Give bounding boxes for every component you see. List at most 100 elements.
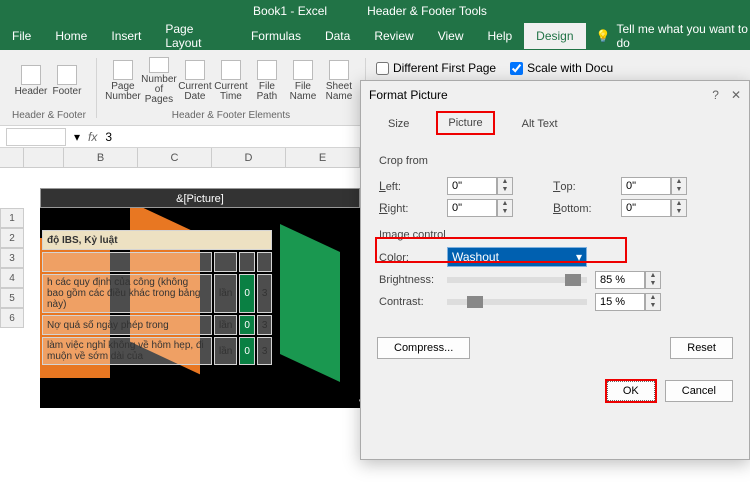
brightness-input[interactable]: ▲▼ <box>595 271 661 289</box>
tab-home[interactable]: Home <box>43 23 99 49</box>
contextual-tool-title: Header & Footer Tools <box>367 4 487 18</box>
watermark-image: độ IBS, Kỷ luật h các quy định của công … <box>40 208 360 408</box>
tab-page-layout[interactable]: Page Layout <box>153 16 239 56</box>
row-header[interactable]: 6 <box>0 308 24 328</box>
different-first-page-checkbox[interactable]: Different First Page <box>376 58 496 78</box>
crop-left-input[interactable]: ▲▼ <box>447 177 513 195</box>
tell-me-label: Tell me what you want to do <box>616 22 750 50</box>
tab-size[interactable]: Size <box>377 113 420 135</box>
cell[interactable]: 0 <box>239 337 255 365</box>
crop-right-input[interactable]: ▲▼ <box>447 199 513 217</box>
cell[interactable]: lần <box>214 315 237 335</box>
chevron-down-icon: ▾ <box>576 250 582 264</box>
tab-alt-text[interactable]: Alt Text <box>511 113 569 135</box>
tab-formulas[interactable]: Formulas <box>239 23 313 49</box>
color-dropdown[interactable]: Washout▾ <box>447 247 587 267</box>
compress-button[interactable]: Compress... <box>377 337 470 359</box>
lightbulb-icon: 💡 <box>596 29 611 43</box>
cell[interactable]: 0 <box>239 274 255 313</box>
sheet-name-button[interactable]: Sheet Name <box>323 57 355 105</box>
cell[interactable]: 0 <box>239 315 255 335</box>
image-control-label: Image control <box>379 229 731 241</box>
tab-view[interactable]: View <box>426 23 476 49</box>
current-time-button[interactable]: Current Time <box>215 57 247 105</box>
pages-icon <box>149 57 169 73</box>
title-bar: Book1 - Excel Header & Footer Tools <box>0 0 750 22</box>
col-header[interactable]: D <box>212 148 286 167</box>
tab-review[interactable]: Review <box>362 23 425 49</box>
footer-icon <box>57 65 77 85</box>
row-header[interactable]: 5 <box>0 288 24 308</box>
top-label: Top: <box>553 179 613 193</box>
right-label: Right: <box>379 201 439 215</box>
header-button[interactable]: Header <box>15 57 47 105</box>
file-path-button[interactable]: File Path <box>251 57 283 105</box>
cancel-button[interactable]: Cancel <box>665 380 733 402</box>
ribbon-group-elements: Page Number Number of Pages Current Date… <box>101 54 361 121</box>
filepath-icon <box>257 60 277 80</box>
page-number-button[interactable]: Page Number <box>107 57 139 105</box>
formula-value[interactable]: 3 <box>105 130 112 144</box>
cell[interactable]: làm việc nghỉ không về hôm hẹp, đi muộn … <box>42 337 212 365</box>
footer-button[interactable]: Footer <box>51 57 83 105</box>
date-icon <box>185 60 205 80</box>
row-header[interactable]: 3 <box>0 248 24 268</box>
brightness-label: Brightness: <box>379 274 439 286</box>
col-header[interactable]: B <box>64 148 138 167</box>
file-name-button[interactable]: File Name <box>287 57 319 105</box>
page-preview: &[Picture] độ IBS, Kỷ luật h các quy địn… <box>40 188 360 408</box>
cell[interactable]: lần <box>214 337 237 365</box>
dropdown-icon[interactable]: ▾ <box>74 130 80 144</box>
crop-top-input[interactable]: ▲▼ <box>621 177 687 195</box>
crop-section-label: Crop from <box>379 155 731 167</box>
row-header[interactable]: 1 <box>0 208 24 228</box>
tab-insert[interactable]: Insert <box>99 23 153 49</box>
dialog-tabs: Size Picture Alt Text <box>361 109 749 135</box>
minimize-icon[interactable] <box>732 6 742 16</box>
header-field[interactable]: &[Picture] <box>40 188 360 208</box>
help-icon[interactable]: ? <box>712 88 719 102</box>
dialog-confirm-row: OK Cancel <box>361 369 749 413</box>
cell[interactable]: 3 <box>257 274 273 313</box>
tab-data[interactable]: Data <box>313 23 362 49</box>
cell[interactable]: lần <box>214 274 237 313</box>
ribbon-group-header-footer: Header Footer Header & Footer <box>6 54 92 121</box>
table-title: độ IBS, Kỷ luật <box>42 230 272 250</box>
row-header[interactable]: 4 <box>0 268 24 288</box>
tab-help[interactable]: Help <box>475 23 524 49</box>
ok-button[interactable]: OK <box>605 379 657 403</box>
dialog-button-row: Compress... Reset <box>361 327 749 369</box>
time-icon <box>221 60 241 80</box>
cell[interactable]: 3 <box>257 337 273 365</box>
tab-picture[interactable]: Picture <box>436 111 494 135</box>
color-label: Color: <box>379 250 439 264</box>
format-picture-dialog: Format Picture ? ✕ Size Picture Alt Text… <box>360 80 750 460</box>
dialog-titlebar[interactable]: Format Picture ? ✕ <box>361 81 749 109</box>
tab-design[interactable]: Design <box>524 23 585 49</box>
filename-icon <box>293 60 313 80</box>
page-number-icon <box>113 60 133 80</box>
col-header[interactable]: C <box>138 148 212 167</box>
dialog-title: Format Picture <box>369 88 448 102</box>
scale-with-doc-checkbox[interactable]: Scale with Docu <box>510 58 613 78</box>
number-of-pages-button[interactable]: Number of Pages <box>143 57 175 105</box>
reset-button[interactable]: Reset <box>670 337 733 359</box>
current-date-button[interactable]: Current Date <box>179 57 211 105</box>
close-icon[interactable]: ✕ <box>731 88 741 102</box>
left-label: Left: <box>379 179 439 193</box>
contrast-input[interactable]: ▲▼ <box>595 293 661 311</box>
row-header[interactable]: 2 <box>0 228 24 248</box>
name-box[interactable] <box>6 128 66 146</box>
cell[interactable]: Nợ quá số ngày phép trong <box>42 315 212 335</box>
tab-file[interactable]: File <box>0 23 43 49</box>
cell[interactable]: h các quy định của công (không bao gồm c… <box>42 274 212 313</box>
cell[interactable]: 3 <box>257 315 273 335</box>
crop-bottom-input[interactable]: ▲▼ <box>621 199 687 217</box>
col-header[interactable]: E <box>286 148 360 167</box>
fx-icon[interactable]: fx <box>88 130 97 144</box>
brightness-slider[interactable] <box>447 277 587 283</box>
contrast-slider[interactable] <box>447 299 587 305</box>
ribbon-group-label: Header & Footer Elements <box>172 110 290 121</box>
row-headers: 1 2 3 4 5 6 <box>0 208 24 328</box>
tell-me[interactable]: 💡 Tell me what you want to do <box>596 22 750 50</box>
